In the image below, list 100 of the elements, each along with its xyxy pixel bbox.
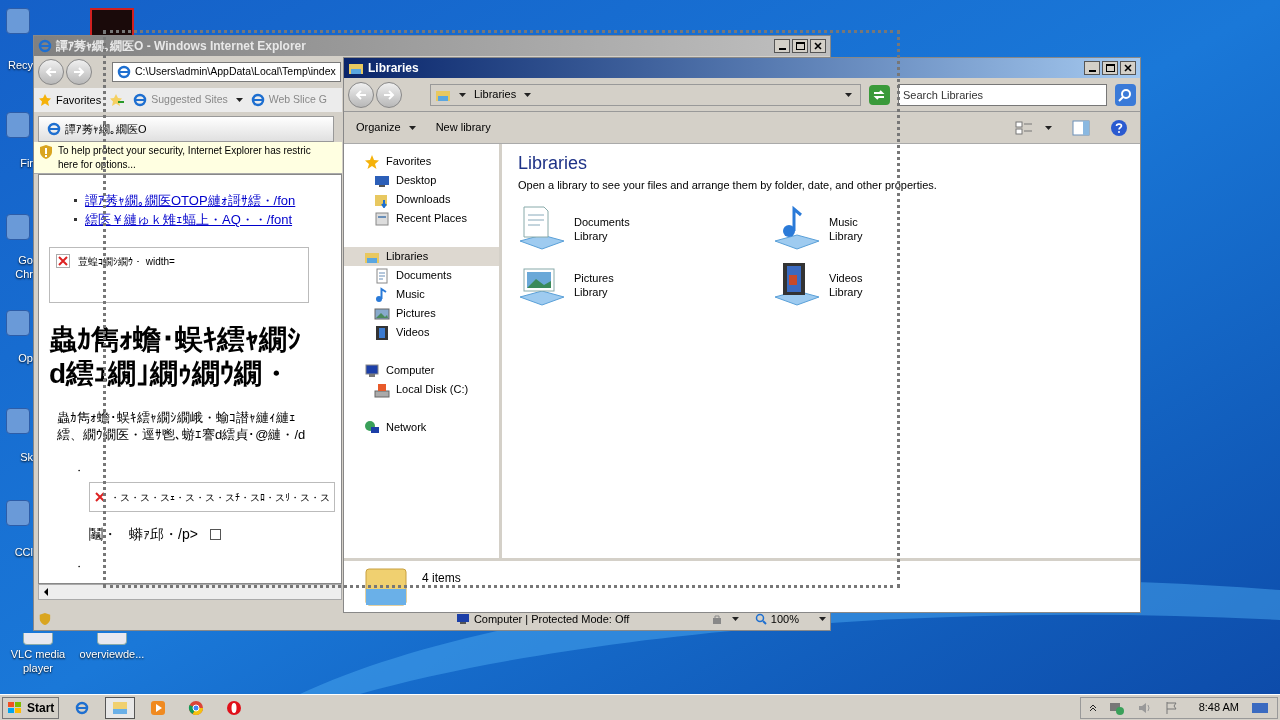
navigation-item[interactable]: Videos (344, 323, 499, 342)
browser-glyph-icon (75, 700, 90, 715)
new-library-button[interactable]: New library (435, 119, 491, 136)
videos-library-icon (773, 260, 821, 309)
view-options-icon[interactable] (1015, 119, 1033, 136)
forward-button[interactable] (376, 81, 402, 108)
search-icon (1118, 87, 1133, 102)
refresh-icon (872, 88, 887, 101)
favorites-button[interactable]: Favorites (38, 91, 102, 109)
navigation-item[interactable]: Network (344, 418, 499, 437)
library-item[interactable]: Documents Library (518, 203, 630, 254)
icon-label: Sk (20, 450, 33, 464)
lock-icon (710, 613, 724, 625)
folder-button[interactable] (105, 696, 136, 719)
broken-image[interactable]: ・ス・ス・スｪ・ス・ス・スﾁ・スﾛ・スﾘ・ス・ス (89, 482, 335, 512)
page-link[interactable]: 譚ｱ莠ｬ繝｡繝医ΟTOP縺ｫ謌ｻ繧・/fon (85, 191, 296, 210)
maximize-button[interactable] (1102, 61, 1118, 75)
show-desktop-icon[interactable] (1251, 700, 1269, 715)
icon-label: Go (18, 253, 33, 267)
icon-label: CCl (14, 545, 33, 559)
refresh-button[interactable] (868, 84, 890, 105)
shortcut-icon[interactable] (6, 500, 30, 526)
navigation-item[interactable]: Libraries (344, 247, 499, 266)
browser-icon (38, 39, 52, 53)
maximize-icon (1105, 64, 1115, 72)
navigation-item[interactable]: Documents (344, 266, 499, 285)
search-button[interactable] (1114, 83, 1136, 106)
navigation-item[interactable]: Desktop (344, 171, 499, 190)
close-button[interactable] (810, 39, 826, 53)
page-icon (117, 65, 131, 79)
navigation-item[interactable]: Music (344, 285, 499, 304)
back-button[interactable] (38, 59, 64, 85)
zoom-icon (754, 613, 767, 625)
back-button[interactable] (348, 81, 374, 108)
navigation-item[interactable]: Recent Places (344, 209, 499, 228)
minimize-icon (778, 48, 786, 50)
caret-icon (844, 92, 852, 97)
speaker-icon[interactable] (1136, 700, 1153, 715)
library-item[interactable]: Music Library (773, 203, 863, 254)
broken-image-icon (56, 254, 70, 268)
start-button[interactable]: Start (2, 696, 60, 719)
navigation-item[interactable]: Downloads (344, 190, 499, 209)
navigation-item[interactable]: Pictures (344, 304, 499, 323)
recent-places-icon (374, 210, 390, 227)
navigation-item[interactable]: Local Disk (C:) (344, 380, 499, 399)
disk-drive-icon (374, 381, 390, 398)
content-description: Open a library to see your files and arrange them by folder, date, and other properties. (518, 178, 937, 193)
navigation-item[interactable]: Computer (344, 361, 499, 380)
shortcut-icon[interactable] (6, 214, 30, 240)
shortcut-icon[interactable] (23, 633, 53, 645)
library-item[interactable]: Pictures Library (518, 259, 614, 310)
icon-label: Fir (20, 156, 33, 170)
library-folder-icon (364, 565, 408, 609)
network-icon (364, 419, 380, 436)
chrome-glyph-icon (188, 699, 205, 716)
show-hidden-icon[interactable] (1088, 703, 1097, 712)
shortcut-icon[interactable] (6, 310, 30, 336)
address-field[interactable]: C:\Users\admin\AppData\Local\Temp\index (112, 62, 341, 82)
recycle-bin-icon[interactable] (6, 8, 30, 34)
bullet-icon (74, 218, 77, 221)
add-favorites-icon[interactable] (109, 93, 126, 107)
document-icon (374, 267, 390, 284)
shortcut-icon[interactable] (6, 112, 30, 138)
shortcut-icon[interactable] (6, 408, 30, 434)
window-title: Libraries (368, 60, 420, 77)
organize-button[interactable]: Organize (356, 119, 416, 136)
help-icon[interactable] (1110, 118, 1128, 137)
minimize-icon (1088, 70, 1096, 72)
broken-image-icon (94, 491, 106, 503)
item-count: 4 items (422, 570, 461, 587)
caret-icon (408, 125, 416, 130)
caret-icon (459, 92, 466, 97)
minimize-button[interactable] (1084, 61, 1100, 75)
bullet: ・ (74, 560, 84, 574)
music-library-icon (773, 204, 821, 253)
search-field[interactable]: Search Libraries (898, 83, 1107, 106)
shortcut-icon[interactable] (97, 633, 127, 645)
back-arrow-icon (355, 89, 367, 100)
maximize-icon (795, 42, 805, 50)
page-icon (133, 93, 148, 107)
zoom-button[interactable]: 100% (754, 610, 826, 628)
icon-label: VLC media (10, 647, 66, 661)
page-text: 蟒ｧ邱・/p> (129, 525, 198, 544)
clock[interactable]: 8:48 AM (1198, 699, 1239, 716)
app-icon[interactable] (90, 8, 134, 35)
minimize-button[interactable] (774, 39, 790, 53)
flag-icon[interactable] (1164, 700, 1179, 715)
preview-pane-icon[interactable] (1072, 119, 1090, 136)
checkbox[interactable] (209, 529, 221, 540)
horizontal-scrollbar[interactable] (38, 584, 342, 600)
forward-arrow-icon (383, 89, 395, 100)
navigation-item[interactable]: Favorites (344, 152, 499, 171)
maximize-button[interactable] (792, 39, 808, 53)
library-item[interactable]: Videos Library (773, 259, 863, 310)
close-button[interactable] (1120, 61, 1136, 75)
address-bar[interactable]: Libraries (430, 83, 861, 106)
network-icon[interactable] (1108, 700, 1125, 715)
forward-button[interactable] (66, 59, 92, 85)
star-icon (38, 93, 52, 107)
close-icon (1124, 64, 1132, 72)
